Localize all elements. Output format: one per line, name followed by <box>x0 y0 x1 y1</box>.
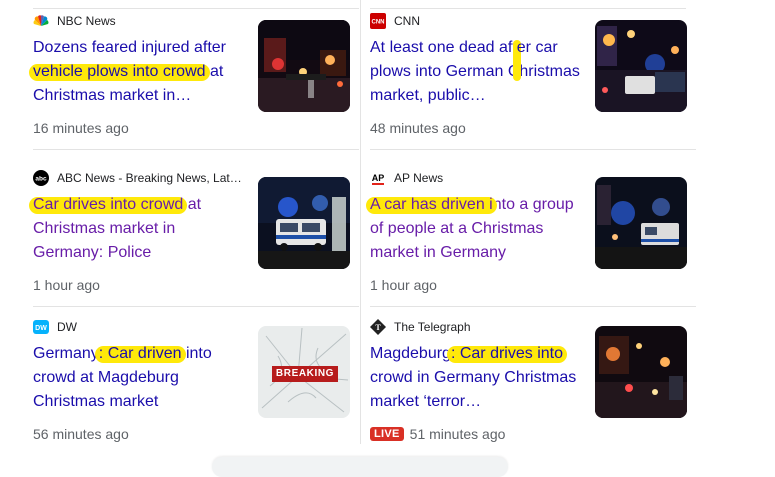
telegraph-logo-icon: T <box>370 319 386 335</box>
dw-logo-icon: DW <box>33 319 49 335</box>
cnn-logo-icon: CNN <box>370 13 386 29</box>
headline-link[interactable]: Dozens feared injured after vehicle plow… <box>33 36 243 108</box>
breaking-label: BREAKING <box>275 368 335 379</box>
source-row: AP AP News <box>370 170 443 186</box>
source-row: CNN CNN <box>370 13 420 29</box>
highlight-mark: : Car drives into <box>450 345 563 362</box>
news-card-abc[interactable]: abc ABC News - Breaking News, Lat… Car d… <box>33 157 359 307</box>
police-car-night-image[interactable] <box>258 177 350 269</box>
source-name: The Telegraph <box>394 320 471 334</box>
highlight-mark: Car drives into crowd <box>33 196 184 213</box>
source-row: NBC News <box>33 13 116 29</box>
news-card-cnn[interactable]: CNN CNN At least one dead after car plow… <box>370 0 696 150</box>
highlight-mark: : Car driven <box>98 345 182 362</box>
emergency-vehicles-night-image[interactable] <box>595 177 687 269</box>
source-name: CNN <box>394 14 420 28</box>
headline-link[interactable]: At least one dead after car plows into G… <box>370 36 580 108</box>
timestamp: 48 minutes ago <box>370 120 466 136</box>
more-news-button[interactable] <box>212 457 508 477</box>
highlight-mark: vehicle plows into crowd <box>33 63 206 80</box>
news-card-ap[interactable]: AP AP News A car has driven into a group… <box>370 157 696 307</box>
source-name: DW <box>57 320 77 334</box>
timestamp: 1 hour ago <box>33 277 100 293</box>
source-row: DW DW <box>33 319 77 335</box>
headline-link[interactable]: A car has driven into a group of people … <box>370 193 580 265</box>
card-divider <box>370 149 696 150</box>
nbc-peacock-icon <box>33 13 49 29</box>
column-divider <box>360 0 361 444</box>
source-name: NBC News <box>57 14 116 28</box>
headline-link[interactable]: Car drives into crowd at Christmas marke… <box>33 193 243 265</box>
abc-logo-icon: abc <box>33 170 49 186</box>
night-christmas-market-image[interactable] <box>258 20 350 112</box>
svg-text:abc: abc <box>35 176 47 183</box>
breaking-cracked-glass-image[interactable]: BREAKING <box>258 326 350 418</box>
svg-text:DW: DW <box>35 325 47 332</box>
timestamp: 56 minutes ago <box>33 426 129 442</box>
market-night-lights-image[interactable] <box>595 326 687 418</box>
source-row: T The Telegraph <box>370 319 471 335</box>
source-name: AP News <box>394 171 444 185</box>
news-card-telegraph[interactable]: T The Telegraph Magdeburg: Car drives in… <box>370 306 696 456</box>
source-name: ABC News - Breaking News, Lat… <box>57 171 242 185</box>
headline-link[interactable]: Germany: Car driven into crowd at Magdeb… <box>33 342 243 414</box>
timestamp: 51 minutes ago <box>409 426 506 442</box>
svg-text:T: T <box>375 323 381 332</box>
headline-link[interactable]: Magdeburg: Car drives into crowd in Germ… <box>370 342 580 414</box>
night-christmas-market-police-image[interactable] <box>595 20 687 112</box>
source-row: abc ABC News - Breaking News, Lat… <box>33 170 242 186</box>
svg-text:CNN: CNN <box>372 20 385 26</box>
timestamp-row: LIVE 51 minutes ago <box>370 426 505 442</box>
news-card-nbc[interactable]: NBC News Dozens feared injured after veh… <box>33 0 359 150</box>
highlight-mark: A car has driven i <box>370 196 493 213</box>
news-card-dw[interactable]: DW DW Germany: Car driven into crowd at … <box>33 306 359 456</box>
svg-text:AP: AP <box>372 173 385 183</box>
ap-logo-icon: AP <box>370 170 386 186</box>
live-badge: LIVE <box>370 427 404 441</box>
timestamp: 16 minutes ago <box>33 120 129 136</box>
card-divider <box>33 149 359 150</box>
timestamp: 1 hour ago <box>370 277 437 293</box>
